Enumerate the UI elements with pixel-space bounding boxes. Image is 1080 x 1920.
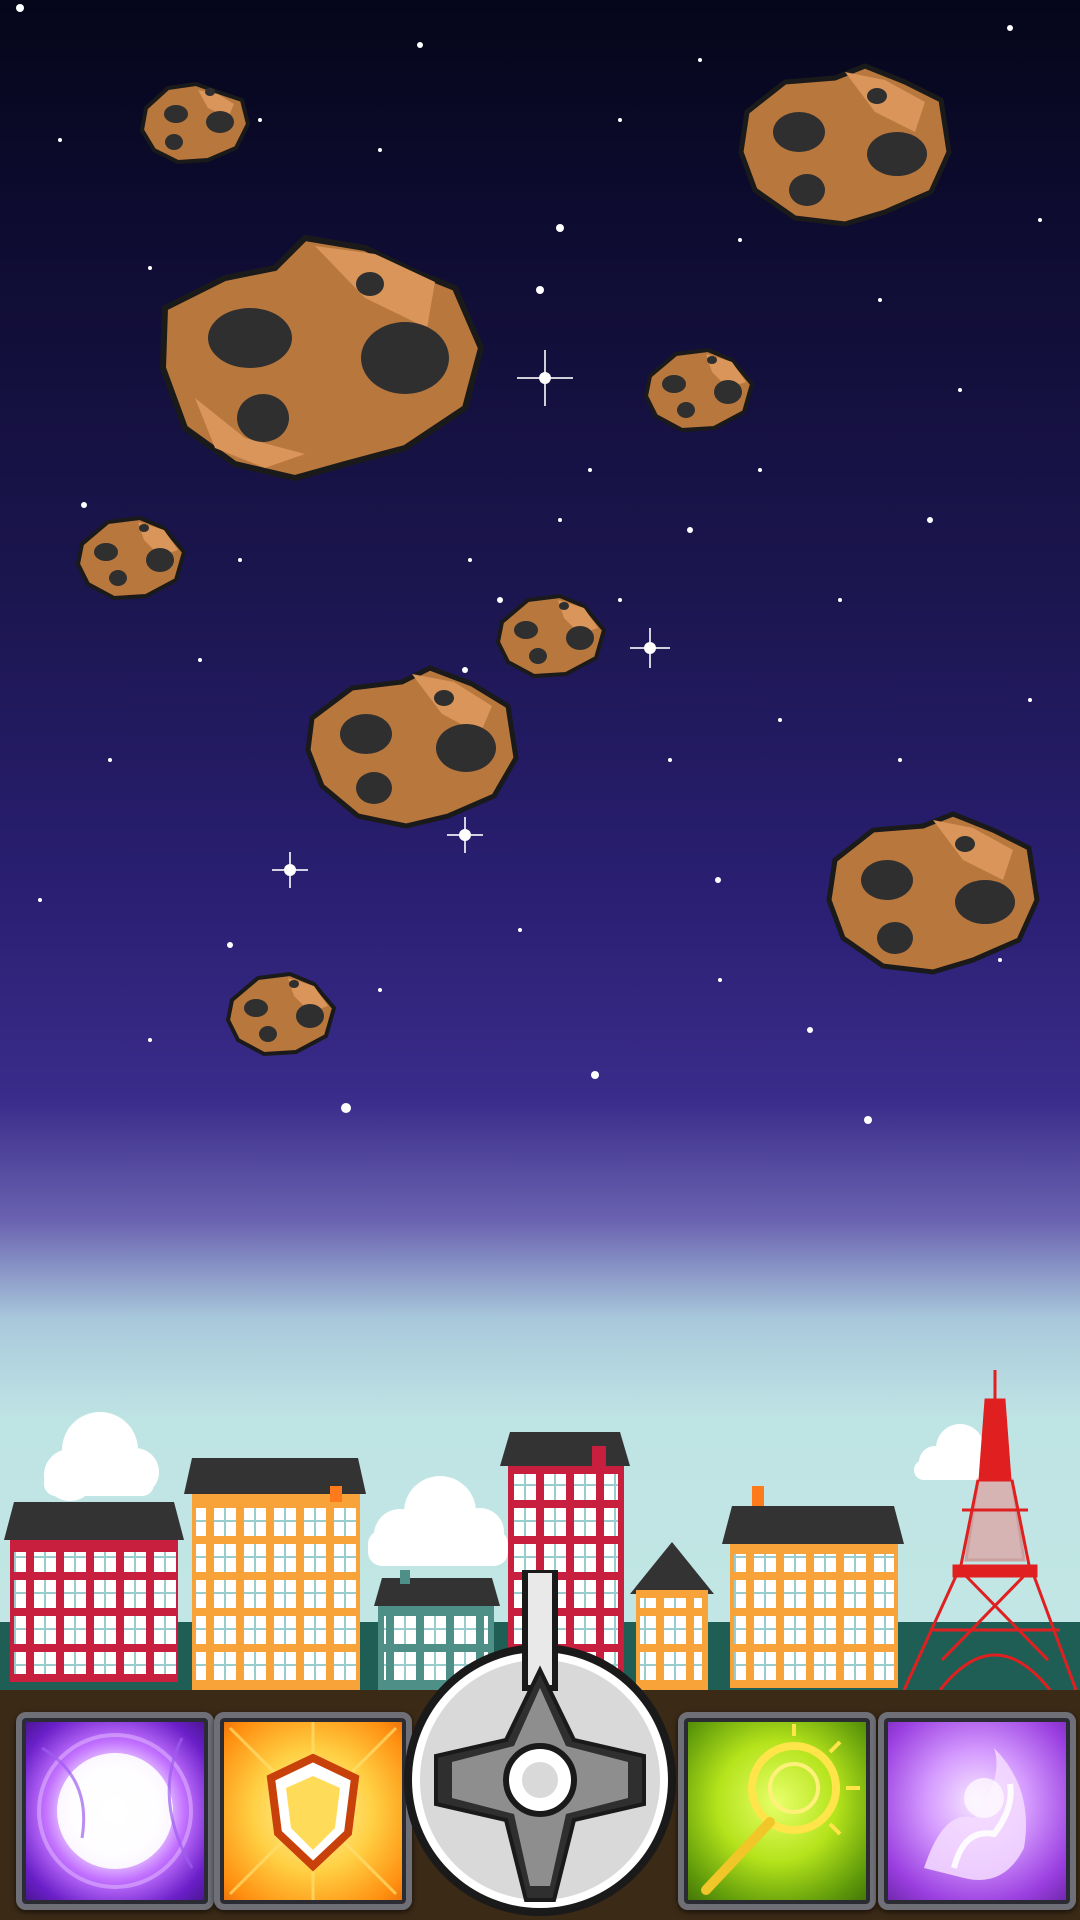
asteroid-small[interactable] bbox=[224, 968, 340, 1058]
golden-scepter-icon bbox=[701, 1724, 860, 1895]
asteroid-medium[interactable] bbox=[302, 662, 524, 830]
cannon-icon bbox=[404, 1567, 676, 1916]
asteroid-large[interactable] bbox=[735, 62, 955, 232]
building-red-left bbox=[4, 1502, 184, 1682]
skill-slot-purple-orb[interactable] bbox=[16, 1712, 214, 1910]
skill-slot-fire-shield[interactable] bbox=[214, 1712, 412, 1910]
asteroid-huge[interactable] bbox=[155, 228, 485, 483]
fire-shield-icon bbox=[228, 1722, 398, 1900]
asteroid-small[interactable] bbox=[138, 78, 254, 166]
asteroid-small[interactable] bbox=[74, 512, 190, 602]
building-orange-tall bbox=[184, 1458, 366, 1690]
building-orange-right bbox=[722, 1486, 904, 1688]
asteroid-large[interactable] bbox=[823, 810, 1043, 980]
purple-spirit-icon bbox=[924, 1748, 1026, 1880]
game-screen[interactable] bbox=[0, 0, 1080, 1920]
cannon-joystick[interactable] bbox=[404, 1567, 676, 1920]
skill-slot-golden-scepter[interactable] bbox=[678, 1712, 876, 1910]
asteroid-small[interactable] bbox=[642, 344, 758, 434]
purple-orb-icon bbox=[37, 1733, 194, 1889]
skill-slot-purple-spirit[interactable] bbox=[878, 1712, 1076, 1910]
